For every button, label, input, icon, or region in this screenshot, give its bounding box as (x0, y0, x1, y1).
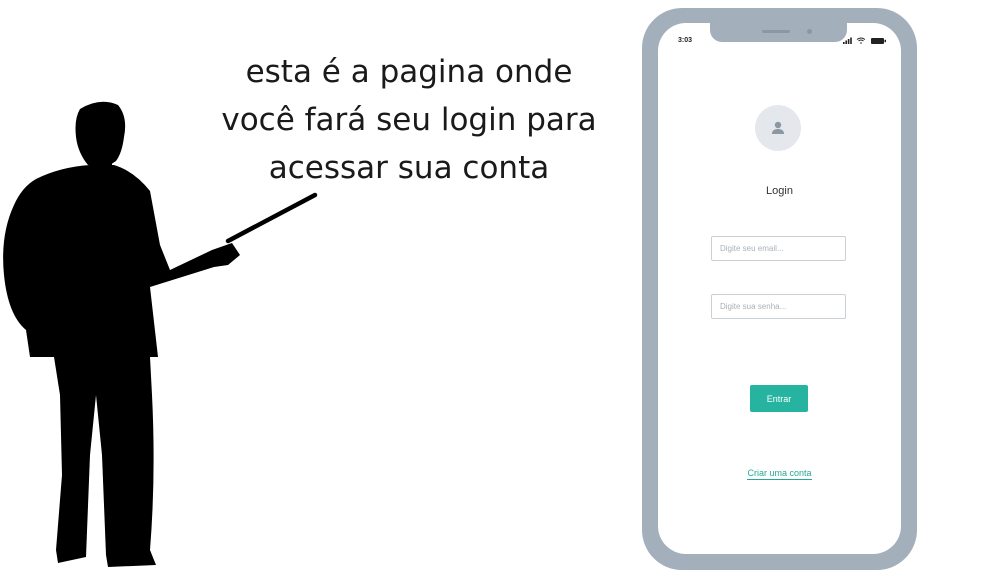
email-input[interactable] (711, 236, 846, 261)
speaker-grill (762, 30, 790, 33)
speech-line-2: você fará seu login para (221, 102, 597, 138)
battery-icon (871, 38, 886, 44)
status-icons (843, 37, 886, 44)
login-title: Login (766, 185, 793, 197)
phone-notch (710, 23, 847, 42)
user-icon (772, 121, 784, 134)
password-input[interactable] (711, 294, 846, 319)
signal-icon (843, 37, 852, 44)
wifi-icon (856, 37, 866, 44)
avatar (755, 105, 801, 151)
speech-text: esta é a pagina onde você fará seu login… (200, 48, 618, 192)
status-time: 3:03 (678, 37, 693, 44)
create-account-link[interactable]: Criar uma conta (747, 468, 812, 480)
camera-dot (807, 29, 812, 34)
create-account-link-wrapper: Criar uma conta (658, 468, 901, 480)
speech-line-1: esta é a pagina onde (245, 54, 573, 90)
pointer-stick (225, 192, 318, 244)
phone-mockup: 3:03 Login Digite seu email... Entrar Cr… (642, 8, 917, 570)
speech-line-3: acessar sua conta (268, 150, 550, 186)
phone-screen: 3:03 Login Digite seu email... Entrar Cr… (658, 23, 901, 554)
enter-button[interactable]: Entrar (750, 385, 808, 412)
